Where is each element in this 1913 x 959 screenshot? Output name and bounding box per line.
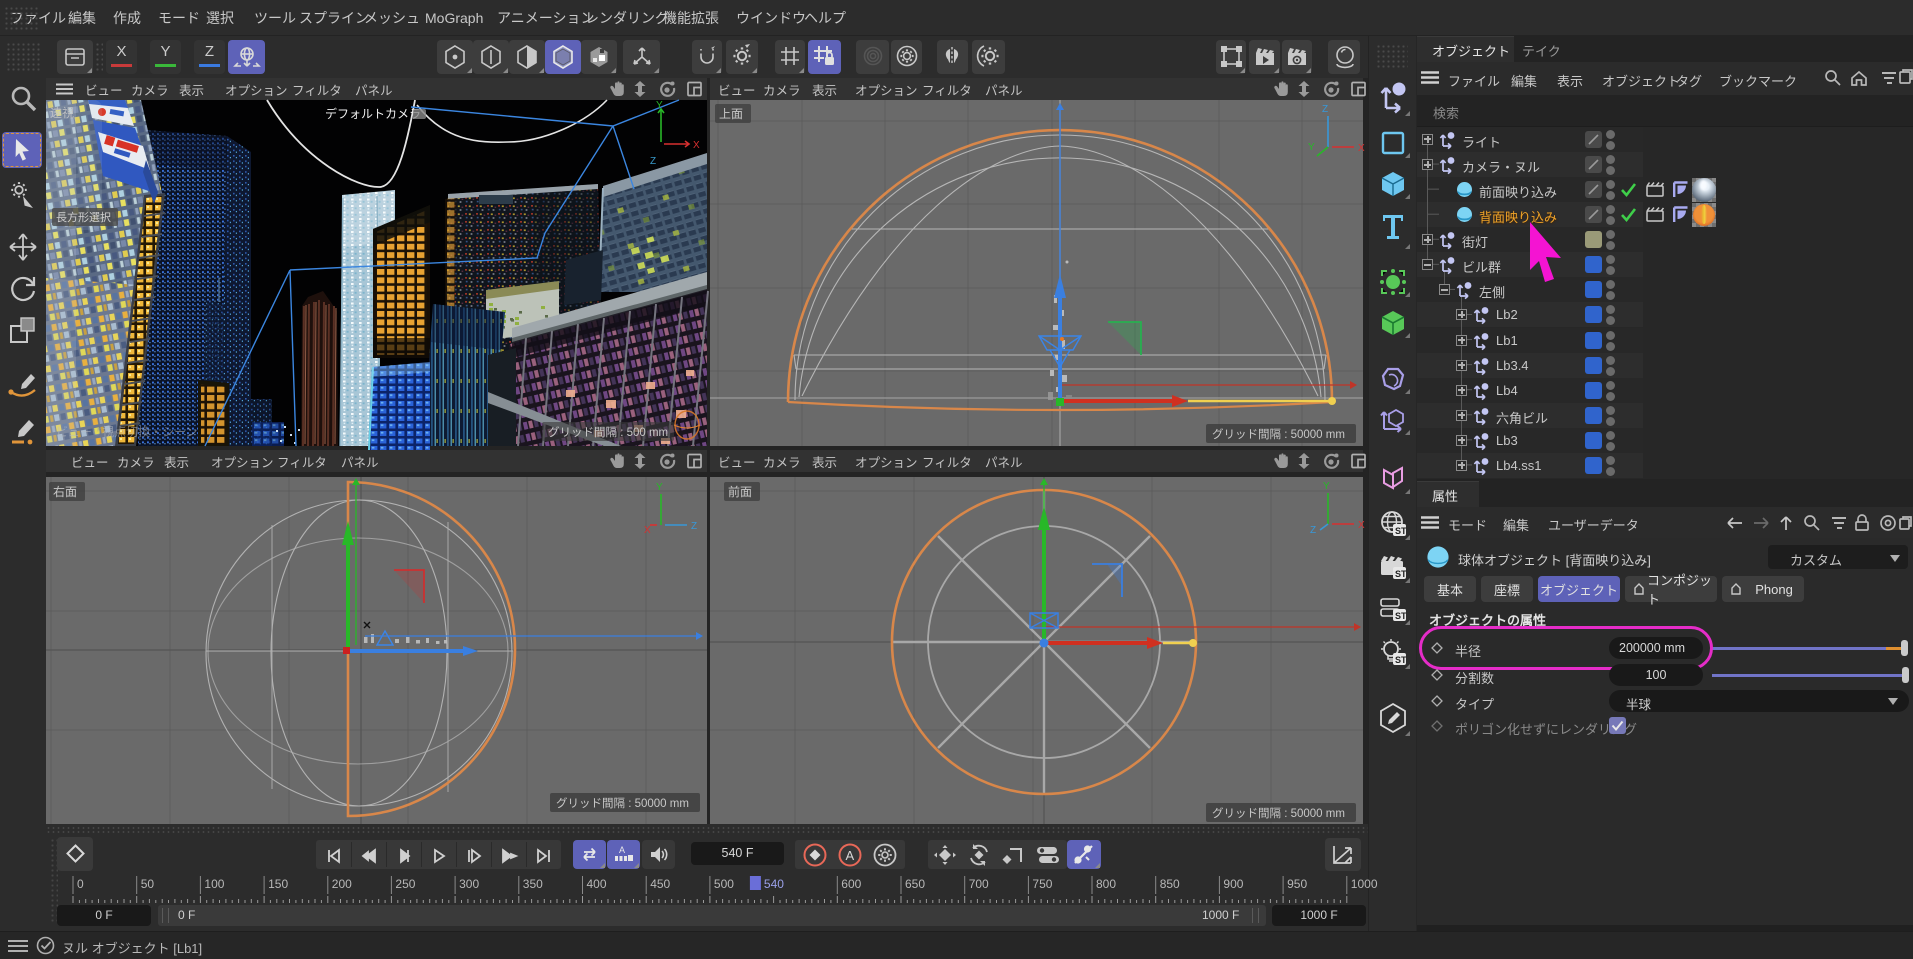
svg-text:ビュー↺視点切換・シーン: ビュー↺視点切換・シーン xyxy=(56,424,197,439)
svg-text:Z: Z xyxy=(691,521,697,532)
svg-text:Y: Y xyxy=(1323,481,1330,492)
svg-text:Z: Z xyxy=(1322,104,1328,115)
svg-text:X: X xyxy=(644,525,651,536)
svg-text:100: 100 xyxy=(204,877,224,891)
svg-text:上面: 上面 xyxy=(719,107,743,121)
svg-text:X: X xyxy=(1358,520,1365,531)
svg-text:Z: Z xyxy=(1310,525,1316,536)
svg-text:450: 450 xyxy=(650,877,670,891)
svg-text:遠視: 遠視 xyxy=(50,105,74,120)
svg-text:グリッド間隔 : 50000 mm: グリッド間隔 : 50000 mm xyxy=(556,796,689,810)
svg-text:350: 350 xyxy=(523,877,543,891)
svg-text:750: 750 xyxy=(1032,877,1052,891)
svg-text:X: X xyxy=(693,140,700,151)
svg-text:前面: 前面 xyxy=(728,484,752,499)
svg-text:700: 700 xyxy=(969,877,989,891)
svg-text:540: 540 xyxy=(764,877,784,891)
svg-text:1000: 1000 xyxy=(1351,877,1378,891)
svg-text:400: 400 xyxy=(587,877,607,891)
svg-text:グリッド間隔 : 50000 mm: グリッド間隔 : 50000 mm xyxy=(1212,427,1345,441)
svg-text:600: 600 xyxy=(841,877,861,891)
svg-text:950: 950 xyxy=(1287,877,1307,891)
svg-text:A: A xyxy=(619,845,625,855)
svg-text:Y: Y xyxy=(656,100,663,111)
svg-text:50: 50 xyxy=(141,877,155,891)
svg-text:Y: Y xyxy=(1308,142,1315,153)
svg-text:150: 150 xyxy=(268,877,288,891)
svg-text:グリッド間隔 : 500 mm: グリッド間隔 : 500 mm xyxy=(548,425,668,439)
svg-text:グリッド間隔 : 50000 mm: グリッド間隔 : 50000 mm xyxy=(1212,806,1345,820)
svg-text:250: 250 xyxy=(395,877,415,891)
svg-text:900: 900 xyxy=(1223,877,1243,891)
svg-text:Z: Z xyxy=(650,156,656,167)
svg-text:0: 0 xyxy=(77,877,84,891)
svg-text:Y: Y xyxy=(656,482,663,493)
svg-text:200: 200 xyxy=(332,877,352,891)
svg-text:800: 800 xyxy=(1096,877,1116,891)
svg-text:長方形選択: 長方形選択 xyxy=(56,210,111,224)
svg-text:850: 850 xyxy=(1160,877,1180,891)
svg-text:右面: 右面 xyxy=(53,484,77,499)
svg-text:500: 500 xyxy=(714,877,734,891)
svg-text:300: 300 xyxy=(459,877,479,891)
svg-text:デフォルトカメラ: デフォルトカメラ xyxy=(325,106,421,121)
svg-text:X: X xyxy=(1358,143,1365,154)
svg-text:A: A xyxy=(846,848,855,863)
svg-text:650: 650 xyxy=(905,877,925,891)
